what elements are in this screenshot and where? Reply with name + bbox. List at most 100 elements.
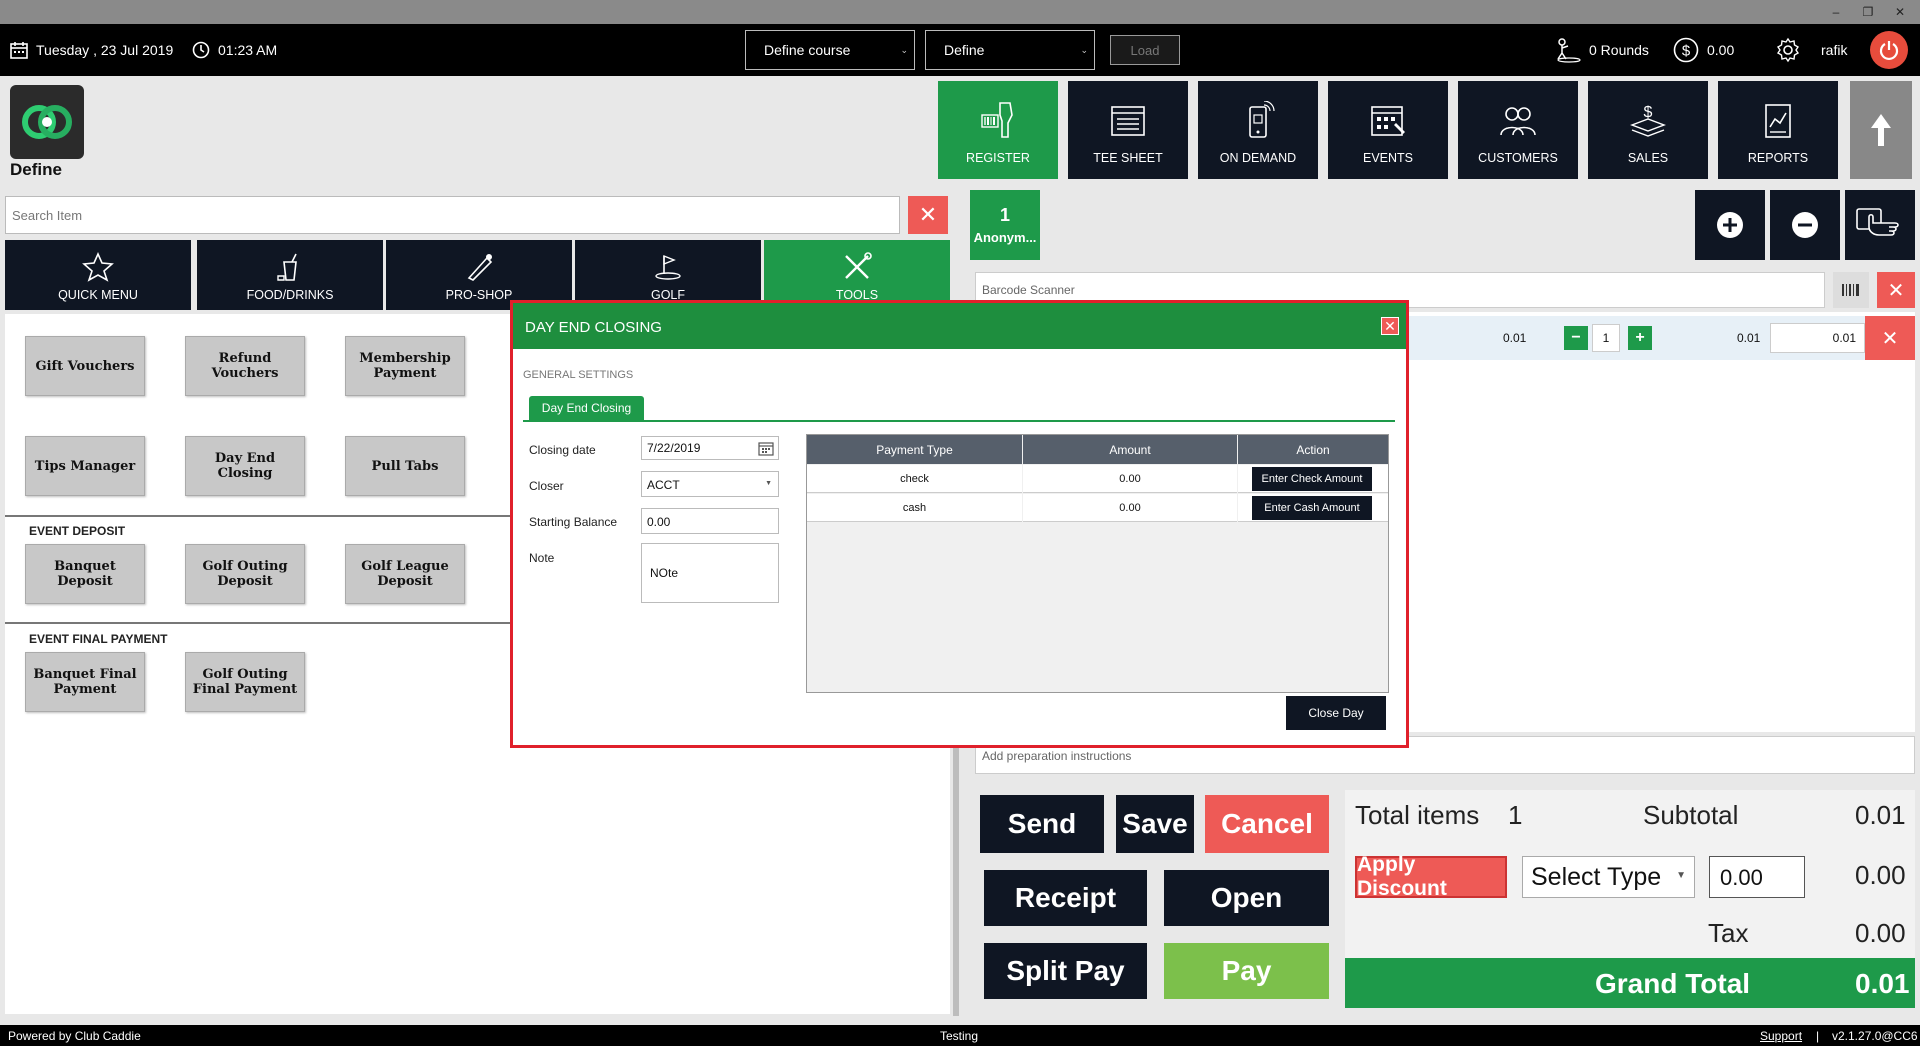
- nav-tee-sheet[interactable]: TEE SHEET: [1068, 81, 1188, 179]
- power-button[interactable]: [1870, 31, 1908, 69]
- caret-down-icon: ▼: [1676, 870, 1686, 881]
- enter-cash-amount-button[interactable]: Enter Cash Amount: [1252, 496, 1372, 520]
- closing-date-field[interactable]: 7/22/2019: [641, 436, 779, 460]
- tab-underline: [523, 420, 1395, 422]
- nav-label: REPORTS: [1747, 151, 1809, 165]
- define-select[interactable]: Define ⌄: [925, 30, 1095, 70]
- qty-increase-button[interactable]: +: [1628, 326, 1652, 350]
- total-items-value: 1: [1508, 800, 1523, 830]
- payment-type-cell: check: [807, 465, 1022, 493]
- golf-league-deposit-button[interactable]: Golf League Deposit: [345, 544, 465, 604]
- footer-separator: |: [1816, 1029, 1820, 1043]
- dialog-close-button[interactable]: ✕: [1381, 317, 1399, 335]
- arrow-up-icon: [1871, 114, 1891, 146]
- people-icon: [1500, 107, 1536, 136]
- column-header: Amount: [1023, 435, 1237, 464]
- grand-total-bar: Grand Total 0.01: [1345, 958, 1915, 1008]
- tips-manager-button[interactable]: Tips Manager: [25, 436, 145, 496]
- golf-outing-final-payment-button[interactable]: Golf Outing Final Payment: [185, 652, 305, 712]
- add-customer-button[interactable]: [1695, 190, 1765, 260]
- calendar-icon: [758, 442, 774, 456]
- environment-text: Testing: [940, 1029, 979, 1043]
- chevron-down-icon: ⌄: [1080, 45, 1088, 55]
- dollar-icon: $: [1673, 37, 1699, 63]
- day-end-closing-dialog: DAY END CLOSING ✕ GENERAL SETTINGS Day E…: [510, 300, 1409, 748]
- touch-mode-button[interactable]: [1845, 190, 1915, 260]
- banquet-final-payment-button[interactable]: Banquet Final Payment: [25, 652, 145, 712]
- close-icon: ✕: [1384, 317, 1396, 334]
- window-close-button[interactable]: ✕: [1890, 3, 1910, 21]
- category-food-drinks[interactable]: FOOD/DRINKS: [197, 240, 383, 310]
- starting-balance-input[interactable]: 0.00: [641, 508, 779, 534]
- pay-button[interactable]: Pay: [1164, 943, 1329, 999]
- customer-tab[interactable]: 1 Anonym...: [970, 190, 1040, 260]
- golf-outing-deposit-button[interactable]: Golf Outing Deposit: [185, 544, 305, 604]
- nav-sales[interactable]: $ SALES: [1588, 81, 1708, 179]
- nav-label: TEE SHEET: [1093, 151, 1163, 165]
- qty-field[interactable]: 1: [1592, 324, 1620, 352]
- nav-on-demand[interactable]: ON DEMAND: [1198, 81, 1318, 179]
- category-label: PRO-SHOP: [445, 288, 513, 302]
- sheet-icon: [1111, 106, 1145, 136]
- tab-day-end-closing[interactable]: Day End Closing: [529, 396, 644, 420]
- nav-customers[interactable]: CUSTOMERS: [1458, 81, 1578, 179]
- remove-item-button[interactable]: ✕: [1865, 316, 1915, 360]
- settings-button[interactable]: [1775, 24, 1801, 76]
- refund-vouchers-button[interactable]: Refund Vouchers: [185, 336, 305, 396]
- qty-decrease-button[interactable]: −: [1564, 326, 1588, 350]
- note-textarea[interactable]: NOte: [641, 543, 779, 603]
- barcode-button[interactable]: [1833, 272, 1869, 308]
- nav-label: EVENTS: [1362, 151, 1413, 165]
- discount-amount-input[interactable]: 0.00: [1709, 856, 1805, 898]
- cancel-button[interactable]: Cancel: [1205, 795, 1329, 853]
- time-text: 01:23 AM: [218, 42, 278, 58]
- grand-total-value: 0.01: [1855, 968, 1910, 999]
- pull-tabs-button[interactable]: Pull Tabs: [345, 436, 465, 496]
- apply-discount-button[interactable]: Apply Discount: [1355, 853, 1507, 900]
- search-clear-button[interactable]: ✕: [908, 196, 948, 234]
- load-button[interactable]: Load: [1110, 35, 1180, 65]
- nav-label: CUSTOMERS: [1478, 151, 1558, 165]
- version-text: v2.1.27.0@CC6: [1832, 1029, 1918, 1043]
- banquet-deposit-button[interactable]: Banquet Deposit: [25, 544, 145, 604]
- price-override-input[interactable]: 0.01: [1770, 323, 1865, 353]
- gift-vouchers-button[interactable]: Gift Vouchers: [25, 336, 145, 396]
- enter-check-amount-button[interactable]: Enter Check Amount: [1252, 467, 1372, 491]
- customer-count: 1: [999, 205, 1010, 225]
- svg-text:$: $: [1682, 43, 1691, 60]
- minimize-button[interactable]: –: [1826, 3, 1846, 21]
- category-quick-menu[interactable]: QUICK MENU: [5, 240, 191, 310]
- open-button[interactable]: Open: [1164, 870, 1329, 926]
- membership-payment-button[interactable]: Membership Payment: [345, 336, 465, 396]
- powered-by-text: Powered by Club Caddie: [8, 1029, 141, 1043]
- plus-circle-icon: [1717, 212, 1743, 238]
- scroll-up-button[interactable]: [1850, 81, 1912, 179]
- receipt-button[interactable]: Receipt: [984, 870, 1147, 926]
- save-button[interactable]: Save: [1116, 795, 1194, 853]
- course-select[interactable]: Define course ⌄: [745, 30, 915, 70]
- barcode-clear-button[interactable]: ✕: [1877, 272, 1915, 308]
- nav-events[interactable]: EVENTS: [1328, 81, 1448, 179]
- search-input[interactable]: Search Item: [5, 196, 900, 234]
- send-button[interactable]: Send: [980, 795, 1104, 853]
- power-icon: [1879, 41, 1899, 61]
- nav-reports[interactable]: REPORTS: [1718, 81, 1838, 179]
- golf-club-icon: [467, 254, 493, 281]
- item-price: 0.01: [1503, 331, 1527, 345]
- dialog-header: DAY END CLOSING: [513, 303, 1406, 349]
- close-day-button[interactable]: Close Day: [1286, 696, 1386, 730]
- closer-select[interactable]: ACCT ▼: [641, 471, 779, 497]
- cash-display: $ 0.00: [1673, 24, 1734, 76]
- split-pay-button[interactable]: Split Pay: [984, 943, 1147, 999]
- status-bar: Powered by Club Caddie Testing Support |…: [0, 1025, 1920, 1046]
- drink-icon: [277, 253, 297, 281]
- golfer-icon: [655, 254, 681, 280]
- support-link[interactable]: Support: [1760, 1029, 1802, 1043]
- section-divider: [5, 515, 515, 517]
- discount-type-select[interactable]: Select Type ▼: [1522, 856, 1695, 898]
- nav-register[interactable]: REGISTER: [938, 81, 1058, 179]
- remove-customer-button[interactable]: [1770, 190, 1840, 260]
- restore-button[interactable]: ❐: [1858, 3, 1878, 21]
- day-end-closing-button[interactable]: Day End Closing: [185, 436, 305, 496]
- category-label: QUICK MENU: [58, 288, 138, 302]
